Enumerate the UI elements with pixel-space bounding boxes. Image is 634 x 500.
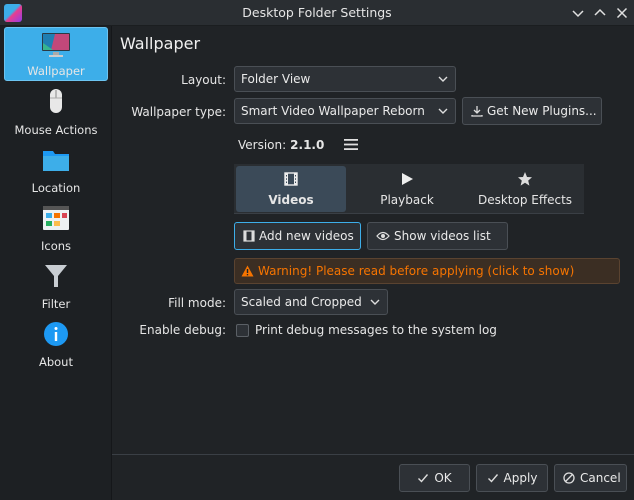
sidebar-item-wallpaper[interactable]: Wallpaper (4, 27, 108, 81)
layout-dropdown[interactable]: Folder View (234, 66, 456, 92)
folder-icon (43, 151, 69, 171)
tab-playback[interactable]: Playback (352, 166, 462, 212)
sidebar-item-label: Mouse Actions (14, 123, 98, 137)
get-new-plugins-button[interactable]: Get New Plugins... (462, 97, 602, 125)
sidebar-item-label: About (38, 355, 73, 369)
tab-label: Videos (268, 193, 314, 207)
fill-mode-dropdown[interactable]: Scaled and Cropped (234, 289, 388, 315)
film-icon (284, 172, 298, 186)
play-icon (402, 173, 413, 185)
apply-label: Apply (503, 471, 538, 485)
fill-mode-label: Fill mode: (168, 296, 226, 310)
main-panel: Wallpaper Layout: Folder View Wallpaper … (112, 26, 634, 454)
sidebar-item-mouse-actions[interactable]: Mouse Actions (4, 85, 108, 139)
check-icon (418, 474, 429, 483)
maximize-button[interactable] (590, 3, 610, 23)
debug-checkbox[interactable] (236, 324, 249, 337)
tab-videos[interactable]: Videos (236, 166, 346, 212)
sidebar-item-label: Wallpaper (27, 64, 85, 78)
funnel-icon (45, 265, 67, 287)
wallpaper-type-value: Smart Video Wallpaper Reborn (241, 104, 425, 118)
chevron-up-icon (594, 8, 606, 16)
chevron-down-icon (438, 76, 448, 82)
warning-text: Warning! Please read before applying (cl… (258, 264, 575, 278)
ok-button[interactable]: OK (399, 464, 470, 492)
star-icon (518, 172, 532, 186)
sidebar: Wallpaper Mouse Actions Location Icons F… (0, 26, 112, 500)
show-videos-list-label: Show videos list (394, 229, 491, 243)
show-videos-list-button[interactable]: Show videos list (367, 222, 508, 250)
info-icon (44, 322, 68, 346)
chevron-down-icon (370, 299, 380, 305)
tab-label: Desktop Effects (477, 193, 573, 207)
mouse-icon (50, 89, 62, 113)
warning-banner[interactable]: Warning! Please read before applying (cl… (234, 258, 620, 284)
check-icon (487, 474, 498, 483)
debug-checkbox-label[interactable]: Print debug messages to the system log (255, 323, 497, 337)
tab-label: Playback (380, 193, 434, 207)
version-value: 2.1.0 (290, 138, 325, 152)
add-new-videos-label: Add new videos (259, 229, 354, 243)
chevron-down-icon (572, 10, 584, 18)
minimize-button[interactable] (568, 3, 588, 23)
version-label: Version: (238, 138, 287, 152)
download-icon (471, 106, 483, 117)
sidebar-item-icons[interactable]: Icons (4, 201, 108, 255)
dialog-footer: OK Apply Cancel (112, 454, 634, 500)
icons-view-icon (43, 206, 69, 230)
title-bar: Desktop Folder Settings (0, 0, 634, 26)
chevron-down-icon (438, 108, 448, 114)
sidebar-item-label: Filter (41, 297, 71, 311)
sidebar-item-about[interactable]: About (4, 317, 108, 371)
wallpaper-type-dropdown[interactable]: Smart Video Wallpaper Reborn (234, 98, 456, 124)
cancel-button[interactable]: Cancel (554, 464, 627, 492)
get-new-plugins-label: Get New Plugins... (487, 104, 597, 118)
version-info: Version: 2.1.0 (238, 138, 324, 152)
page-title: Wallpaper (120, 34, 201, 53)
cancel-label: Cancel (580, 471, 621, 485)
ok-label: OK (434, 471, 452, 485)
enable-debug-label: Enable debug: (139, 323, 226, 337)
sidebar-item-label: Icons (40, 239, 72, 253)
tab-desktop-effects[interactable]: Desktop Effects (470, 166, 580, 212)
cancel-icon (563, 472, 575, 484)
close-icon (616, 7, 628, 19)
layout-label: Layout: (181, 73, 226, 87)
sidebar-item-location[interactable]: Location (4, 143, 108, 197)
menu-icon[interactable] (344, 138, 358, 151)
eye-icon (376, 231, 390, 241)
sidebar-item-label: Location (31, 181, 81, 195)
sidebar-item-filter[interactable]: Filter (4, 259, 108, 313)
apply-button[interactable]: Apply (476, 464, 548, 492)
layout-value: Folder View (241, 72, 311, 86)
fill-mode-value: Scaled and Cropped (241, 295, 362, 309)
wallpaper-type-label: Wallpaper type: (131, 105, 226, 119)
close-button[interactable] (612, 3, 632, 23)
window-title: Desktop Folder Settings (242, 5, 392, 20)
warning-icon (241, 265, 254, 277)
film-icon (243, 230, 255, 242)
add-new-videos-button[interactable]: Add new videos (234, 222, 361, 250)
monitor-icon (42, 33, 70, 57)
tab-bar: Videos Playback Desktop Effects (234, 164, 584, 214)
